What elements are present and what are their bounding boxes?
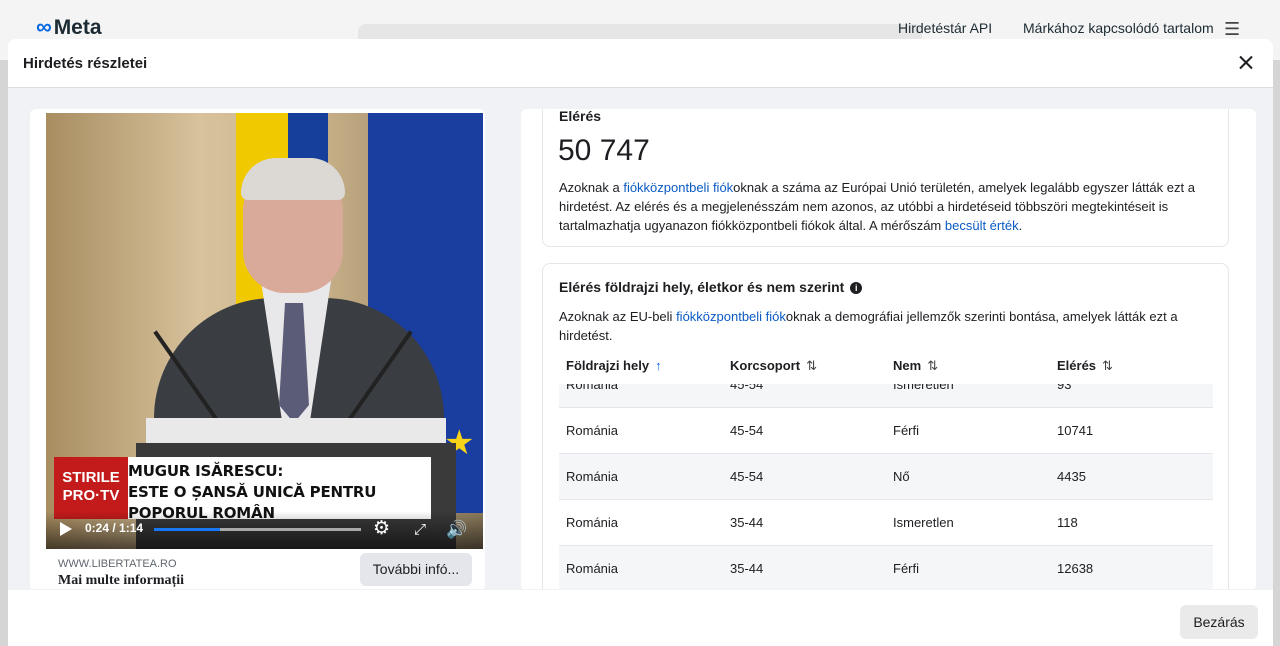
nav-link-api[interactable]: Hirdetéstár API bbox=[898, 20, 992, 36]
news-headline-line1: MUGUR ISĂRESCU: bbox=[128, 462, 284, 480]
reach-card: Elérés 50 747 Azoknak a fiókközpontbeli … bbox=[542, 109, 1229, 247]
video-time: 0:24 / 1:14 bbox=[85, 521, 144, 535]
cell-location: Románia bbox=[566, 423, 619, 438]
table-row: Románia 45-54 Nő 4435 bbox=[559, 454, 1213, 500]
cell-age-group: 45-54 bbox=[730, 469, 764, 484]
cell-gender: Férfi bbox=[893, 561, 919, 576]
fullscreen-icon[interactable]: ⤢ bbox=[414, 521, 426, 538]
meta-logo[interactable]: ∞Meta bbox=[36, 14, 102, 40]
cell-reach: 10741 bbox=[1057, 423, 1094, 438]
sort-icon[interactable]: ⇅ bbox=[1102, 358, 1113, 373]
cell-age-group: 45-54 bbox=[730, 384, 764, 392]
sort-icon[interactable]: ⇅ bbox=[806, 358, 817, 373]
cell-location: Románia bbox=[566, 561, 619, 576]
column-header-age[interactable]: Korcsoport ⇅ bbox=[730, 358, 817, 374]
hamburger-menu-icon[interactable]: ☰ bbox=[1224, 19, 1240, 40]
column-header-gender[interactable]: Nem ⇅ bbox=[893, 358, 938, 374]
modal-header: Hirdetés részletei bbox=[8, 39, 1273, 88]
table-header: Földrajzi hely ↑ Korcsoport ⇅ Nem ⇅ Elérés ⇅ bbox=[559, 354, 1213, 384]
breakdown-title: Elérés földrajzi hely, életkor és nem sz… bbox=[559, 279, 863, 295]
column-header-reach[interactable]: Elérés ⇅ bbox=[1057, 358, 1113, 374]
close-icon[interactable] bbox=[1236, 53, 1256, 73]
close-button[interactable]: Bezárás bbox=[1180, 605, 1258, 639]
reach-description: Azoknak a fiókközpontbeli fiókoknak a sz… bbox=[559, 180, 1195, 233]
estimated-value-link[interactable]: becsült érték bbox=[945, 218, 1019, 233]
sort-icon[interactable]: ⇅ bbox=[927, 358, 938, 373]
meta-infinity-icon: ∞ bbox=[36, 14, 52, 39]
info-icon[interactable]: i bbox=[850, 282, 863, 294]
learn-more-button[interactable]: További infó... bbox=[360, 553, 472, 586]
cell-location: Románia bbox=[566, 384, 619, 392]
volume-icon[interactable]: 🔊 bbox=[446, 520, 467, 540]
cell-gender: Ismeretlen bbox=[893, 384, 954, 392]
play-icon[interactable] bbox=[60, 522, 72, 536]
cell-age-group: 35-44 bbox=[730, 561, 764, 576]
ad-preview-card: ★ STIRILE PRO·TV MUGUR ISĂRESCU: ESTE O … bbox=[30, 109, 485, 589]
cell-gender: Ismeretlen bbox=[893, 515, 954, 530]
modal-footer: Bezárás bbox=[8, 590, 1273, 646]
cell-age-group: 35-44 bbox=[730, 515, 764, 530]
table-body[interactable]: Románia 45-54 Ismeretlen 93 Románia 45-54 Férf… bbox=[559, 384, 1213, 589]
ad-headline: Mai multe informații bbox=[58, 573, 184, 588]
cell-reach: 93 bbox=[1057, 384, 1072, 392]
video-player[interactable]: ★ STIRILE PRO·TV MUGUR ISĂRESCU: ESTE O … bbox=[46, 113, 483, 549]
nav-link-branded-content[interactable]: Márkához kapcsolódó tartalom bbox=[1023, 20, 1214, 36]
cell-location: Románia bbox=[566, 515, 619, 530]
cell-gender: Nő bbox=[893, 469, 910, 484]
speaker-hair bbox=[241, 158, 345, 200]
ad-domain: WWW.LIBERTATEA.RO bbox=[58, 558, 177, 570]
cell-age-group: 45-54 bbox=[730, 423, 764, 438]
table-row: Románia 35-44 Férfi 12638 bbox=[559, 546, 1213, 589]
breakdown-description: Azoknak az EU-beli fiókközpontbeli fióko… bbox=[559, 309, 1178, 343]
video-controls: 0:24 / 1:14 ⚙ ⤢ 🔊 bbox=[46, 511, 483, 549]
cell-location: Románia bbox=[566, 469, 619, 484]
column-header-location[interactable]: Földrajzi hely ↑ bbox=[566, 358, 662, 373]
accounts-center-link[interactable]: fiókközpontbeli fiók bbox=[623, 180, 733, 195]
gear-icon[interactable]: ⚙ bbox=[373, 519, 390, 538]
reach-value: 50 747 bbox=[558, 134, 650, 167]
video-progress-fill bbox=[154, 528, 221, 531]
table-row: Románia 45-54 Ismeretlen 93 bbox=[559, 384, 1213, 408]
sort-ascending-icon[interactable]: ↑ bbox=[655, 358, 662, 373]
news-channel-logo: STIRILE PRO·TV bbox=[54, 457, 128, 519]
table-row: Románia 45-54 Férfi 10741 bbox=[559, 408, 1213, 454]
video-progress-bar[interactable] bbox=[154, 528, 361, 531]
reach-label: Elérés bbox=[559, 109, 602, 124]
modal-title: Hirdetés részletei bbox=[23, 55, 148, 72]
accounts-center-link-2[interactable]: fiókközpontbeli fiók bbox=[676, 309, 786, 324]
table-row: Románia 35-44 Ismeretlen 118 bbox=[559, 500, 1213, 546]
ad-statistics-panel[interactable]: Elérés 50 747 Azoknak a fiókközpontbeli … bbox=[521, 109, 1256, 589]
cell-gender: Férfi bbox=[893, 423, 919, 438]
cell-reach: 118 bbox=[1057, 515, 1078, 530]
cell-reach: 4435 bbox=[1057, 469, 1086, 484]
cell-reach: 12638 bbox=[1057, 561, 1094, 576]
reach-breakdown-card: Elérés földrajzi hely, életkor és nem sz… bbox=[542, 263, 1229, 589]
ad-details-modal: Hirdetés részletei ★ STIRILE PRO·TV MUGU… bbox=[8, 39, 1273, 646]
modal-body: ★ STIRILE PRO·TV MUGUR ISĂRESCU: ESTE O … bbox=[8, 89, 1273, 589]
